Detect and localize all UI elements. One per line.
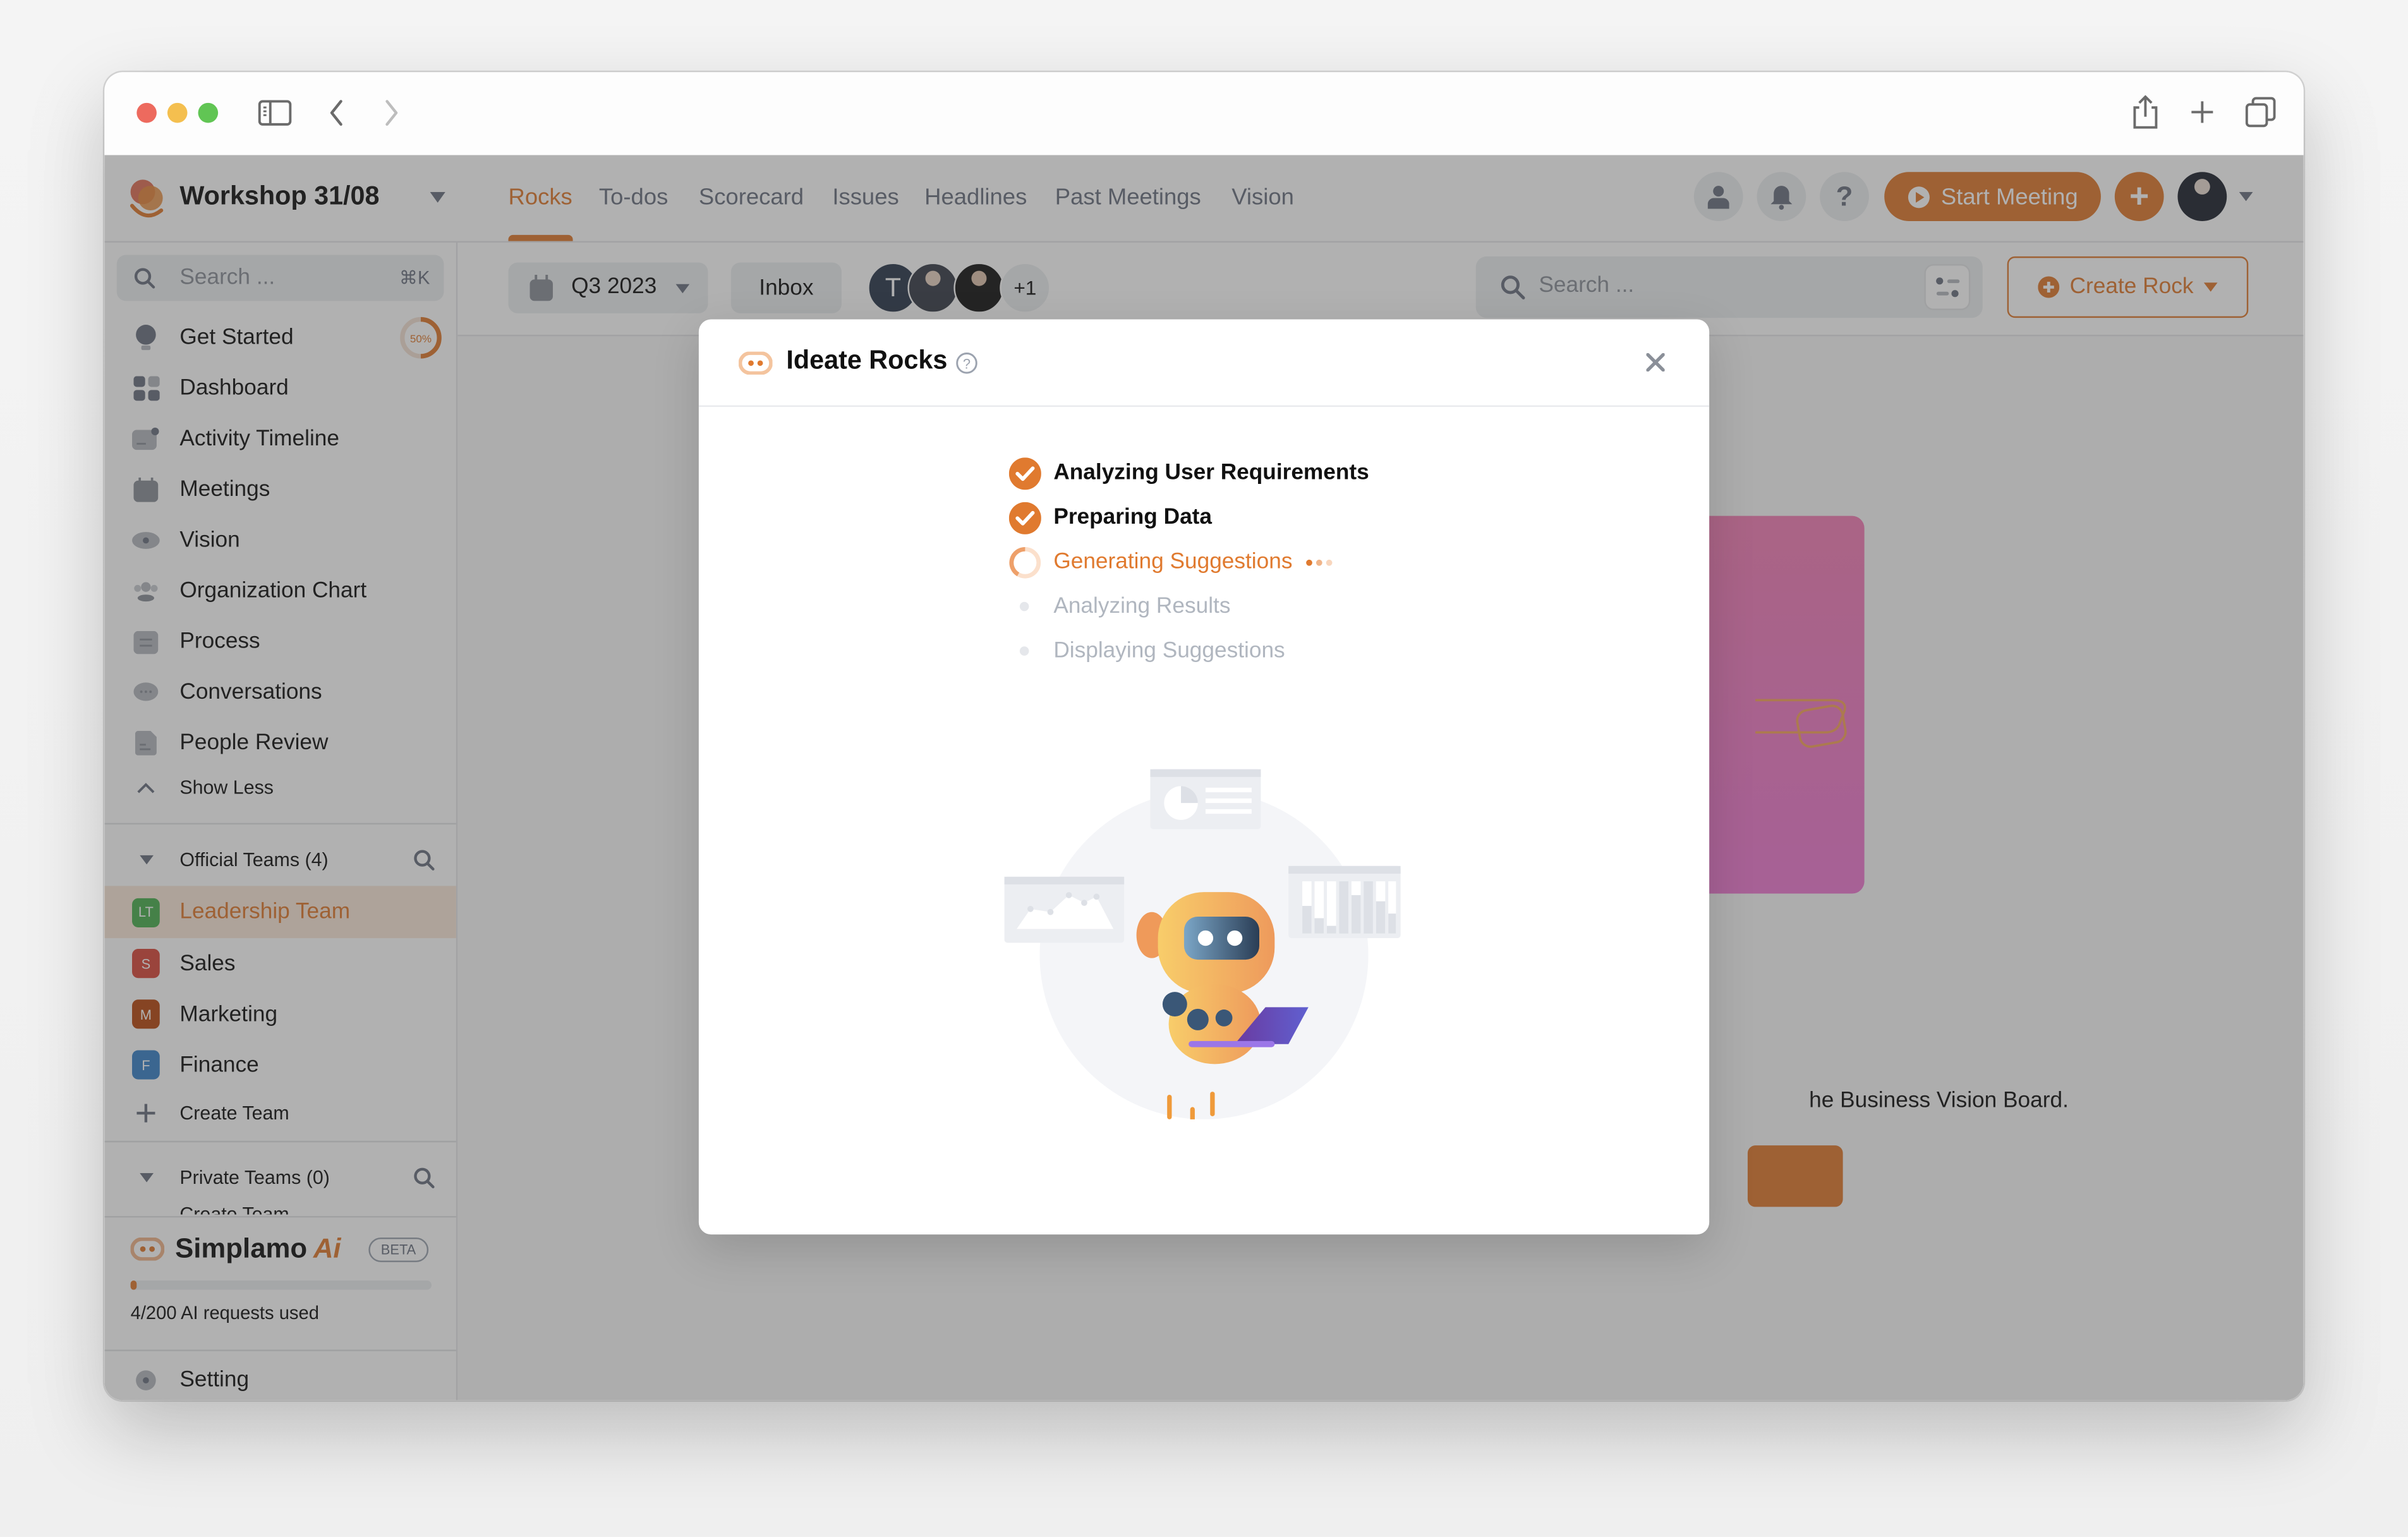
robot-illustration (1004, 769, 1401, 1119)
line-chart-panel (1004, 876, 1125, 943)
chevron-right-icon[interactable] (382, 99, 401, 128)
modal-title: Ideate Rocks (786, 345, 948, 375)
svg-text:?: ? (963, 356, 971, 371)
bar-chart-panel (1288, 865, 1401, 939)
browser-titlebar (104, 72, 2304, 155)
check-circle-icon (1007, 456, 1041, 490)
modal-header: Ideate Rocks ? (698, 320, 1710, 407)
loading-dots-icon (1305, 559, 1332, 565)
ai-robot-icon (739, 351, 773, 375)
step-label: Preparing Data (1053, 505, 1213, 530)
pie-chart-panel (1150, 769, 1261, 829)
pending-dot-icon (1007, 634, 1041, 668)
step-label: Generating Suggestions (1053, 550, 1332, 574)
step-label: Analyzing User Requirements (1053, 461, 1369, 486)
plus-icon[interactable] (2190, 100, 2215, 124)
chevron-left-icon[interactable] (327, 99, 346, 128)
minimize-window-button[interactable] (167, 102, 188, 123)
tabs-icon[interactable] (2245, 97, 2276, 128)
help-icon[interactable]: ? (955, 352, 978, 375)
check-circle-icon (1007, 500, 1041, 534)
close-icon[interactable] (1646, 353, 1665, 372)
step-label: Analyzing Results (1053, 594, 1231, 619)
close-window-button[interactable] (136, 102, 157, 123)
share-icon[interactable] (2132, 95, 2160, 129)
pending-dot-icon (1007, 589, 1041, 623)
maximize-window-button[interactable] (198, 102, 219, 123)
screen: Workshop 31/08 Rocks To-dos Scorecard Is… (0, 0, 2408, 1537)
spinner-icon (1007, 545, 1041, 579)
sidebar-icon[interactable] (258, 100, 292, 126)
ideate-rocks-modal: Ideate Rocks ? Analyzing User Requiremen… (698, 319, 1710, 1235)
step-label: Displaying Suggestions (1053, 639, 1285, 663)
